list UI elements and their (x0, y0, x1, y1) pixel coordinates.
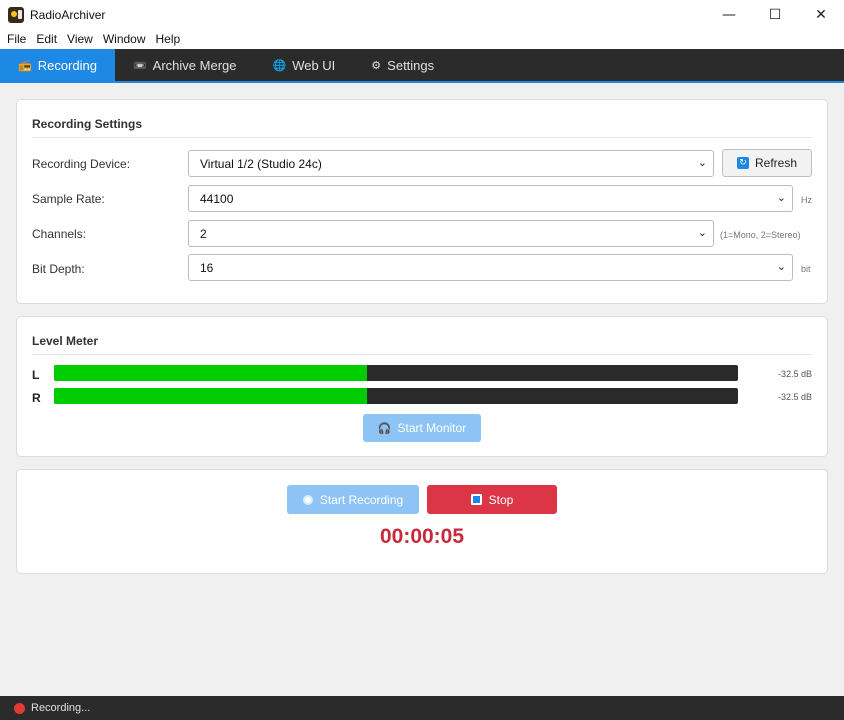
channels-hint: (1=Mono, 2=Stereo) (720, 230, 801, 240)
tab-label: Archive Merge (152, 57, 237, 73)
channel-label-left: L (32, 368, 40, 382)
bit-depth-label: Bit Depth: (32, 262, 85, 276)
bit-depth-unit: bit (801, 264, 811, 274)
recording-controls-panel: Start Recording Stop 00:00:05 (16, 469, 828, 574)
menu-bar: File Edit View Window Help (0, 29, 844, 49)
window-title: RadioArchiver (30, 7, 106, 22)
app-icon (8, 6, 24, 23)
sample-rate-unit: Hz (801, 195, 812, 205)
headphones-icon: 🎧 (377, 421, 392, 435)
window-controls: — ☐ ✕ (706, 0, 844, 29)
select-value: 44100 (200, 191, 234, 206)
chevron-down-icon: ⌄ (776, 260, 786, 273)
recording-settings-panel: Recording Settings Recording Device: Vir… (16, 99, 828, 304)
minimize-button[interactable]: — (706, 0, 752, 29)
sample-rate-label: Sample Rate: (32, 192, 105, 206)
stop-icon (470, 494, 482, 505)
status-bar: Recording... (0, 696, 844, 720)
start-monitor-button[interactable]: 🎧 Start Monitor (363, 414, 481, 442)
tab-label: Recording (37, 57, 97, 73)
record-icon (302, 494, 313, 505)
db-readout-left: -32.5 dB (777, 369, 812, 379)
menu-help[interactable]: Help (151, 32, 186, 46)
divider (32, 137, 812, 138)
menu-view[interactable]: View (62, 32, 98, 46)
recording-device-select[interactable]: Virtual 1/2 (Studio 24c) ⌄ (188, 150, 714, 177)
title-bar: RadioArchiver — ☐ ✕ (0, 0, 844, 29)
db-readout-right: -32.5 dB (777, 392, 812, 402)
level-meter-right (54, 388, 738, 404)
recording-status-icon (14, 702, 25, 714)
select-value: 2 (200, 226, 207, 241)
channels-label: Channels: (32, 227, 87, 241)
sample-rate-select[interactable]: 44100 ⌄ (188, 185, 793, 212)
level-meter-fill (54, 388, 368, 404)
button-label: Refresh (754, 156, 798, 170)
panel-title: Recording Settings (32, 117, 143, 131)
level-meter-fill (54, 365, 368, 381)
channels-select[interactable]: 2 ⌄ (188, 220, 714, 247)
archive-icon: 📼 (132, 58, 147, 72)
button-label: Start Monitor (397, 421, 467, 435)
select-value: 16 (200, 260, 214, 275)
tab-bar: 📻 Recording 📼 Archive Merge 🌐 Web UI ⚙ S… (0, 49, 844, 83)
status-text: Recording... (31, 702, 91, 714)
start-recording-button[interactable]: Start Recording (287, 485, 419, 514)
level-meter-left (54, 365, 738, 381)
radio-icon: 📻 (18, 58, 32, 72)
gear-icon: ⚙ (371, 58, 382, 72)
button-label: Stop (488, 492, 514, 507)
tab-label: Settings (387, 57, 435, 73)
refresh-icon: ↻ (736, 157, 749, 169)
tab-settings[interactable]: ⚙ Settings (353, 49, 452, 81)
level-meter-panel: Level Meter L -32.5 dB R -32.5 dB 🎧 Star… (16, 316, 828, 457)
close-button[interactable]: ✕ (798, 0, 844, 29)
refresh-button[interactable]: ↻ Refresh (722, 149, 812, 177)
maximize-button[interactable]: ☐ (752, 0, 798, 29)
chevron-down-icon: ⌄ (697, 226, 707, 239)
channel-label-right: R (32, 391, 41, 405)
menu-edit[interactable]: Edit (31, 32, 62, 46)
recording-timer: 00:00:05 (379, 525, 465, 548)
tab-recording[interactable]: 📻 Recording (0, 49, 115, 81)
stop-button[interactable]: Stop (427, 485, 557, 514)
tab-label: Web UI (292, 57, 336, 73)
bit-depth-select[interactable]: 16 ⌄ (188, 254, 793, 281)
panel-title: Level Meter (32, 334, 99, 348)
divider (32, 354, 812, 355)
chevron-down-icon: ⌄ (776, 191, 786, 204)
button-label: Start Recording (319, 492, 404, 507)
select-value: Virtual 1/2 (Studio 24c) (200, 156, 322, 171)
chevron-down-icon: ⌄ (697, 156, 707, 169)
menu-file[interactable]: File (2, 32, 31, 46)
menu-window[interactable]: Window (98, 32, 151, 46)
tab-web-ui[interactable]: 🌐 Web UI (254, 49, 353, 81)
recording-device-label: Recording Device: (32, 157, 131, 171)
tab-archive-merge[interactable]: 📼 Archive Merge (115, 49, 255, 81)
globe-icon: 🌐 (272, 58, 287, 72)
